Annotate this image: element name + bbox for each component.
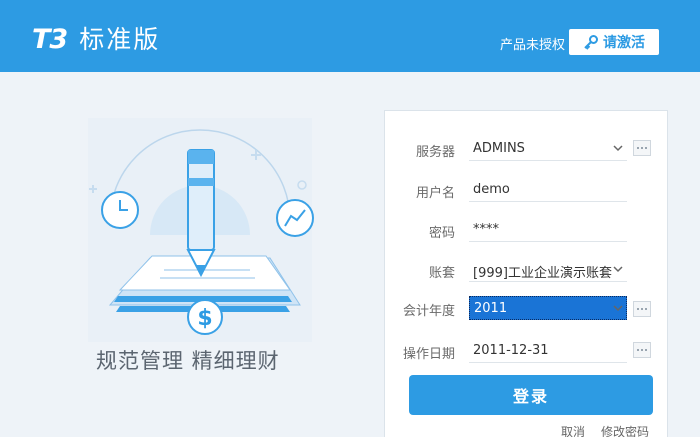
password-label: 密码 [428, 226, 455, 241]
line-chart-icon [276, 199, 314, 237]
account-select[interactable]: [999]工业企业演示账套 [469, 258, 627, 282]
year-browse-button[interactable] [633, 301, 651, 317]
login-panel: 服务器 ADMINS 用户名 demo 密码 **** 账套 [999]工业企业… [384, 110, 668, 437]
server-label: 服务器 [415, 145, 455, 160]
user-row: 用户名 demo [385, 178, 669, 204]
svg-text:$: $ [197, 306, 212, 331]
year-row: 会计年度 2011 [385, 296, 669, 322]
chevron-down-icon [613, 266, 623, 273]
slogan: 规范管理 精细理财 [96, 349, 280, 373]
date-input[interactable]: 2011-12-31 [469, 339, 627, 363]
date-label: 操作日期 [402, 347, 455, 362]
server-select[interactable]: ADMINS [469, 137, 627, 161]
year-select[interactable]: 2011 [469, 296, 627, 320]
change-password-link[interactable]: 修改密码 [601, 423, 649, 437]
license-status: 产品未授权 [499, 38, 565, 53]
date-picker-button[interactable] [633, 342, 651, 358]
user-label: 用户名 [415, 186, 455, 201]
account-row: 账套 [999]工业企业演示账套 [385, 258, 669, 284]
server-browse-button[interactable] [633, 140, 651, 156]
year-value: 2011 [474, 301, 508, 316]
password-row: 密码 **** [385, 218, 669, 244]
pencil-icon [186, 149, 216, 278]
cancel-link[interactable]: 取消 [561, 423, 585, 437]
year-label: 会计年度 [402, 304, 455, 319]
activate-label: 请激活 [603, 35, 645, 51]
server-row: 服务器 ADMINS [385, 137, 669, 163]
login-button[interactable]: 登录 [409, 375, 653, 415]
username-input[interactable]: demo [469, 178, 627, 202]
logo-edition: 标准版 [79, 25, 161, 54]
app-logo: T3 标准版 [32, 20, 160, 56]
finance-illustration: $ [88, 118, 314, 342]
logo-t3: T3 [32, 24, 68, 55]
server-value: ADMINS [473, 141, 525, 156]
header-bar: T3 标准版 产品未授权 请激活 [0, 0, 700, 72]
key-icon [584, 35, 598, 50]
bottom-links: 取消 修改密码 [385, 423, 669, 437]
chevron-down-icon [613, 145, 623, 152]
date-row: 操作日期 2011-12-31 [385, 339, 669, 365]
clock-icon [101, 191, 139, 229]
dollar-coin-icon: $ [187, 299, 223, 335]
account-value: [999]工业企业演示账套 [473, 266, 612, 281]
activate-button[interactable]: 请激活 [569, 29, 659, 55]
account-label: 账套 [428, 266, 455, 281]
password-input[interactable]: **** [469, 218, 627, 242]
chevron-down-icon[interactable] [613, 303, 623, 313]
